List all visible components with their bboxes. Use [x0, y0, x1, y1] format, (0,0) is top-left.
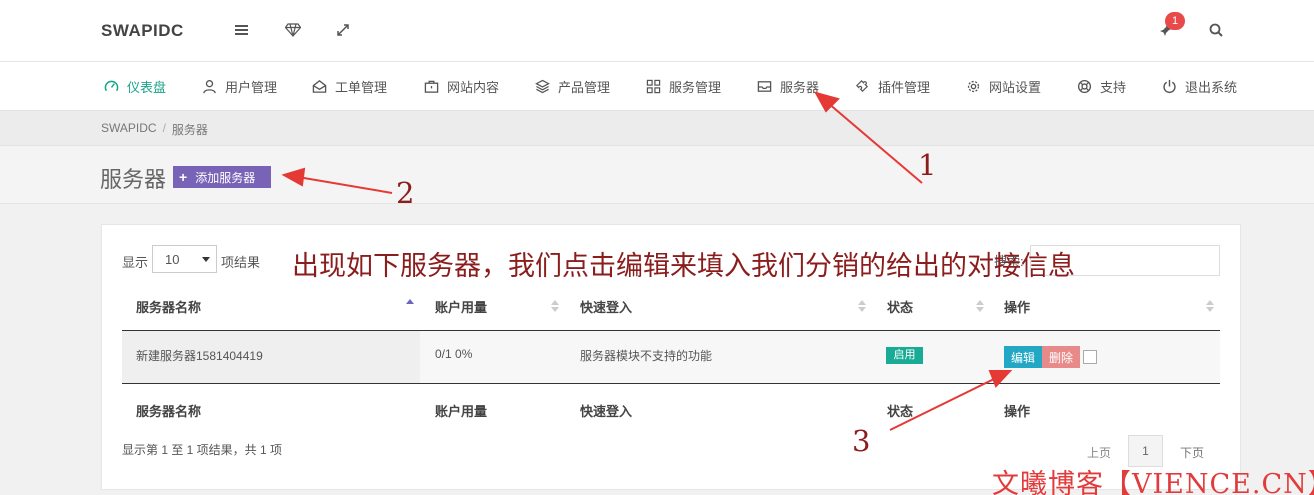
add-server-label: 添加服务器 — [195, 170, 256, 185]
col-footer-actions: 操作 — [1004, 404, 1031, 419]
caret-down-icon — [202, 256, 210, 262]
annotation-text: 出现如下服务器，我们点击编辑来填入我们分销的给出的对接信息 — [292, 251, 1075, 281]
main-nav: 仪表盘 用户管理 工单管理 网站内容 产品管理 服务管理 服务器 插件管理 网站… — [0, 62, 1314, 111]
nav-item-dashboard[interactable]: 仪表盘 — [104, 76, 166, 96]
breadcrumb-bar: SWAPIDC / 服务器 — [0, 111, 1314, 146]
fullscreen-icon[interactable] — [333, 20, 353, 40]
notification-badge: 1 — [1165, 12, 1185, 30]
search-icon[interactable] — [1206, 20, 1226, 40]
col-header-name[interactable]: 服务器名称 — [136, 297, 201, 316]
length-prefix: 显示 — [122, 255, 149, 270]
sort-asc-icon[interactable] — [406, 298, 414, 312]
menu-icon[interactable] — [232, 20, 252, 40]
nav-item-services[interactable]: 服务管理 — [646, 76, 721, 96]
nav-label: 插件管理 — [878, 79, 931, 95]
table-foot-divider — [122, 383, 1220, 384]
col-footer-usage: 账户用量 — [435, 404, 488, 419]
row-checkbox[interactable] — [1083, 350, 1097, 364]
page-length-value: 10 — [165, 251, 180, 267]
sort-both-icon[interactable] — [551, 299, 559, 313]
nav-item-servers[interactable]: 服务器 — [757, 76, 819, 96]
pagination-prev[interactable]: 上页 — [1087, 444, 1111, 461]
nav-label: 用户管理 — [225, 79, 278, 95]
cell-usage: 0/1 0% — [435, 347, 473, 361]
watermark: 文曦博客【VIENCE.CN】 — [992, 469, 1314, 495]
plus-icon: + — [179, 169, 188, 185]
layers-icon — [535, 79, 550, 93]
dashboard-icon — [104, 80, 119, 91]
page-length-select[interactable]: 10 — [152, 245, 217, 273]
user-icon — [203, 79, 216, 93]
col-header-usage[interactable]: 账户用量 — [435, 297, 487, 316]
table-info: 显示第 1 至 1 项结果，共 1 项 — [122, 443, 283, 457]
breadcrumb-home[interactable]: SWAPIDC — [101, 121, 157, 138]
grid-icon — [646, 79, 661, 93]
power-icon — [1163, 79, 1176, 93]
nav-item-products[interactable]: 产品管理 — [535, 76, 610, 96]
puzzle-icon — [856, 79, 869, 92]
nav-item-plugins[interactable]: 插件管理 — [855, 76, 930, 96]
gear-icon — [967, 80, 980, 92]
add-server-button[interactable]: + 添加服务器 — [173, 166, 271, 188]
annotation-number-3: 3 — [852, 424, 871, 458]
breadcrumb-current: 服务器 — [171, 123, 208, 137]
col-footer-name: 服务器名称 — [136, 404, 202, 419]
diamond-icon[interactable] — [283, 20, 303, 40]
nav-item-tickets[interactable]: 工单管理 — [312, 76, 387, 96]
cell-quick-login: 服务器模块不支持的功能 — [580, 349, 713, 363]
col-footer-quick-login: 快速登入 — [580, 404, 633, 419]
envelope-icon — [312, 79, 327, 93]
top-bar — [0, 0, 1314, 62]
lifebuoy-icon — [1077, 79, 1092, 93]
inbox-icon — [757, 80, 772, 92]
col-footer-status: 状态 — [887, 404, 914, 419]
breadcrumb-separator: / — [162, 121, 166, 135]
nav-item-settings[interactable]: 网站设置 — [966, 76, 1041, 96]
nav-label: 退出系统 — [1185, 79, 1238, 95]
sort-both-icon[interactable] — [858, 299, 866, 313]
nav-label: 工单管理 — [335, 79, 388, 95]
sort-both-icon[interactable] — [976, 299, 984, 313]
edit-button[interactable]: 编辑 — [1004, 346, 1042, 368]
nav-label: 服务器 — [780, 79, 820, 95]
status-badge: 启用 — [886, 347, 923, 364]
cell-server-name: 新建服务器1581404419 — [136, 349, 263, 363]
brand-logo[interactable]: SWAPIDC — [101, 21, 184, 41]
nav-item-logout[interactable]: 退出系统 — [1162, 76, 1237, 96]
breadcrumb: SWAPIDC / 服务器 — [101, 121, 208, 138]
sort-both-icon[interactable] — [1206, 299, 1214, 313]
briefcase-icon — [424, 80, 439, 93]
col-header-status[interactable]: 状态 — [887, 297, 913, 316]
nav-label: 支持 — [1100, 79, 1127, 95]
nav-label: 仪表盘 — [127, 79, 167, 95]
nav-item-users[interactable]: 用户管理 — [202, 76, 277, 96]
col-header-actions[interactable]: 操作 — [1004, 297, 1030, 316]
page-title: 服务器 — [100, 167, 167, 192]
nav-label: 服务管理 — [669, 79, 722, 95]
nav-item-support[interactable]: 支持 — [1077, 76, 1126, 96]
annotation-number-2: 2 — [396, 176, 415, 210]
length-suffix: 项结果 — [221, 255, 261, 270]
col-header-quick-login[interactable]: 快速登入 — [580, 297, 632, 316]
nav-label: 网站内容 — [447, 79, 500, 95]
pagination-next[interactable]: 下页 — [1180, 444, 1204, 461]
delete-button[interactable]: 删除 — [1042, 346, 1080, 368]
nav-item-content[interactable]: 网站内容 — [424, 76, 499, 96]
nav-label: 网站设置 — [989, 79, 1042, 95]
nav-label: 产品管理 — [558, 79, 611, 95]
annotation-number-1: 1 — [918, 148, 937, 182]
